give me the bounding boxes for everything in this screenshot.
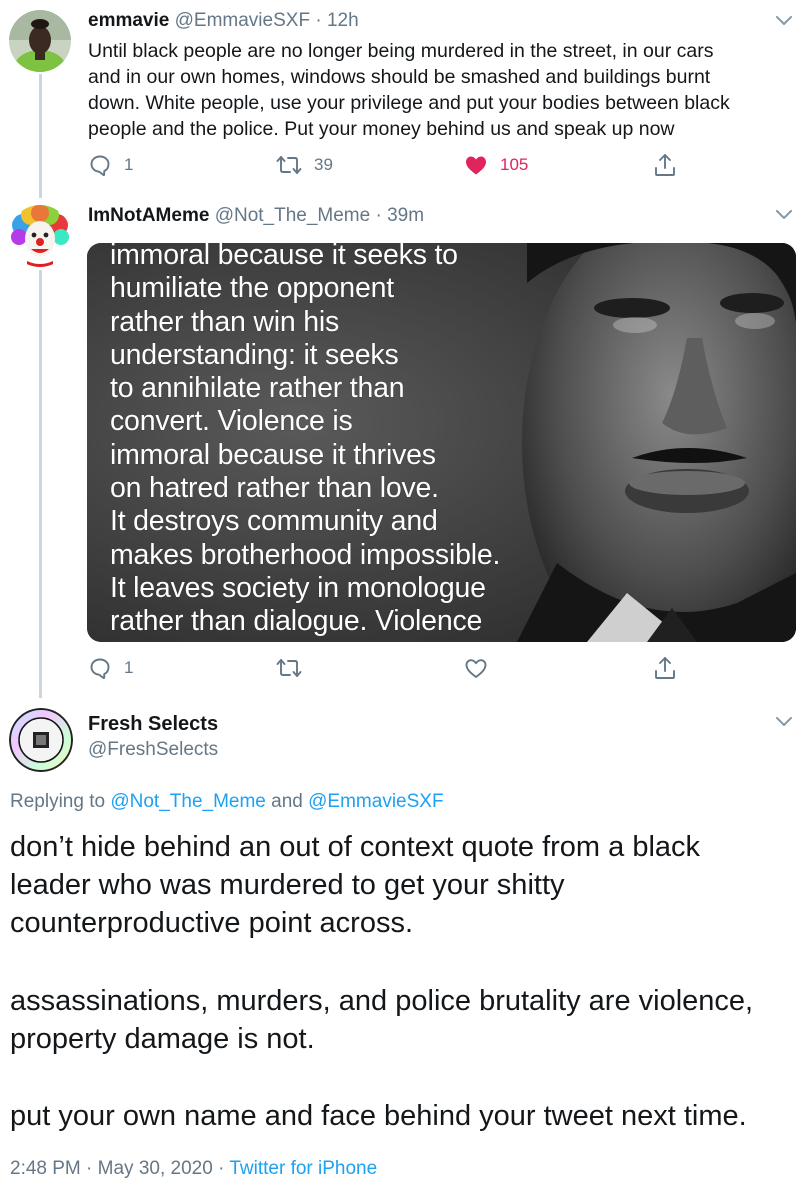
user-handle[interactable]: @FreshSelects [88, 739, 218, 761]
retweet-button[interactable] [276, 656, 314, 680]
share-icon [655, 154, 675, 176]
display-name[interactable]: emmavie [88, 10, 169, 31]
avatar[interactable] [9, 10, 71, 72]
thread-line [39, 74, 42, 198]
tweet-text-line: down. White people, use your privilege a… [88, 92, 730, 114]
avatar[interactable] [9, 708, 73, 772]
tweet-text-line: assassinations, murders, and police brut… [10, 985, 754, 1017]
share-button[interactable] [653, 152, 677, 178]
tweet-date[interactable]: May 30, 2020 [98, 1158, 213, 1179]
retweet-icon [276, 659, 302, 677]
tweet-text-paragraph: don’t hide behind an out of context quot… [10, 828, 800, 942]
retweet-icon [276, 156, 302, 174]
reply-count: 1 [124, 658, 134, 677]
timestamp[interactable]: 39m [387, 205, 424, 226]
tweet-text-line: counterproductive point across. [10, 907, 413, 939]
retweet-button[interactable]: 39 [276, 153, 333, 177]
like-button[interactable] [464, 656, 500, 680]
reply-icon [90, 658, 110, 680]
display-name[interactable]: ImNotAMeme [88, 205, 209, 226]
separator: · [315, 10, 322, 31]
tweet-text-line: don’t hide behind an out of context quot… [10, 831, 701, 863]
tweet-header: ImNotAMeme @Not_The_Meme · 39m [88, 205, 424, 227]
separator: · [218, 1158, 225, 1179]
reply-button[interactable]: 1 [88, 153, 133, 177]
like-button[interactable]: 105 [464, 153, 528, 177]
like-count: 105 [500, 155, 529, 174]
tweet-header: emmavie @EmmavieSXF · 12h [88, 10, 359, 32]
mention-link[interactable]: @Not_The_Meme [110, 791, 266, 812]
tweet-source-link[interactable]: Twitter for iPhone [229, 1158, 377, 1179]
tweet-text-paragraph: assassinations, murders, and police brut… [10, 982, 800, 1058]
replying-label: Replying to [10, 791, 106, 812]
reply-count: 1 [124, 155, 134, 174]
separator: · [375, 205, 382, 226]
reply-button[interactable]: 1 [88, 656, 133, 680]
tweet-text-line: property damage is not. [10, 1023, 315, 1055]
avatar[interactable] [9, 205, 71, 267]
thread-line [39, 270, 42, 698]
tweet-text-paragraph: put your own name and face behind your t… [10, 1097, 800, 1135]
chevron-down-icon[interactable] [776, 210, 792, 220]
tweet-text-line: and in our own homes, windows should be … [88, 66, 711, 88]
tweet-text-line: put your own name and face behind your t… [10, 1100, 747, 1132]
tweet-text-line: people and the police. Put your money be… [88, 118, 675, 140]
chevron-down-icon[interactable] [776, 16, 792, 26]
tweet-text-line: leader who was murdered to get your shit… [10, 869, 565, 901]
user-handle[interactable]: @EmmavieSXF [175, 10, 310, 31]
tweet-text: Until black people are no longer being m… [88, 38, 798, 142]
tweet-time[interactable]: 2:48 PM [10, 1158, 81, 1179]
share-icon [655, 657, 675, 679]
mention-link[interactable]: @EmmavieSXF [308, 791, 443, 812]
tweet-image[interactable]: immoral because it seeks to humiliate th… [87, 243, 796, 642]
share-button[interactable] [653, 655, 677, 681]
tweet-meta: 2:48 PM · May 30, 2020 · Twitter for iPh… [10, 1158, 377, 1180]
timestamp[interactable]: 12h [327, 10, 359, 31]
replying-and: and [271, 791, 303, 812]
image-quote-text: immoral because it seeks to humiliate th… [110, 243, 501, 638]
separator: · [86, 1158, 93, 1179]
like-icon [465, 659, 487, 678]
retweet-count: 39 [314, 155, 333, 174]
replying-to: Replying to @Not_The_Meme and @EmmavieSX… [10, 791, 444, 813]
tweet-text-line: Until black people are no longer being m… [88, 40, 714, 62]
like-icon [466, 156, 486, 175]
user-handle[interactable]: @Not_The_Meme [215, 205, 371, 226]
reply-icon [90, 155, 110, 177]
display-name[interactable]: Fresh Selects [88, 713, 218, 736]
chevron-down-icon[interactable] [776, 717, 792, 727]
